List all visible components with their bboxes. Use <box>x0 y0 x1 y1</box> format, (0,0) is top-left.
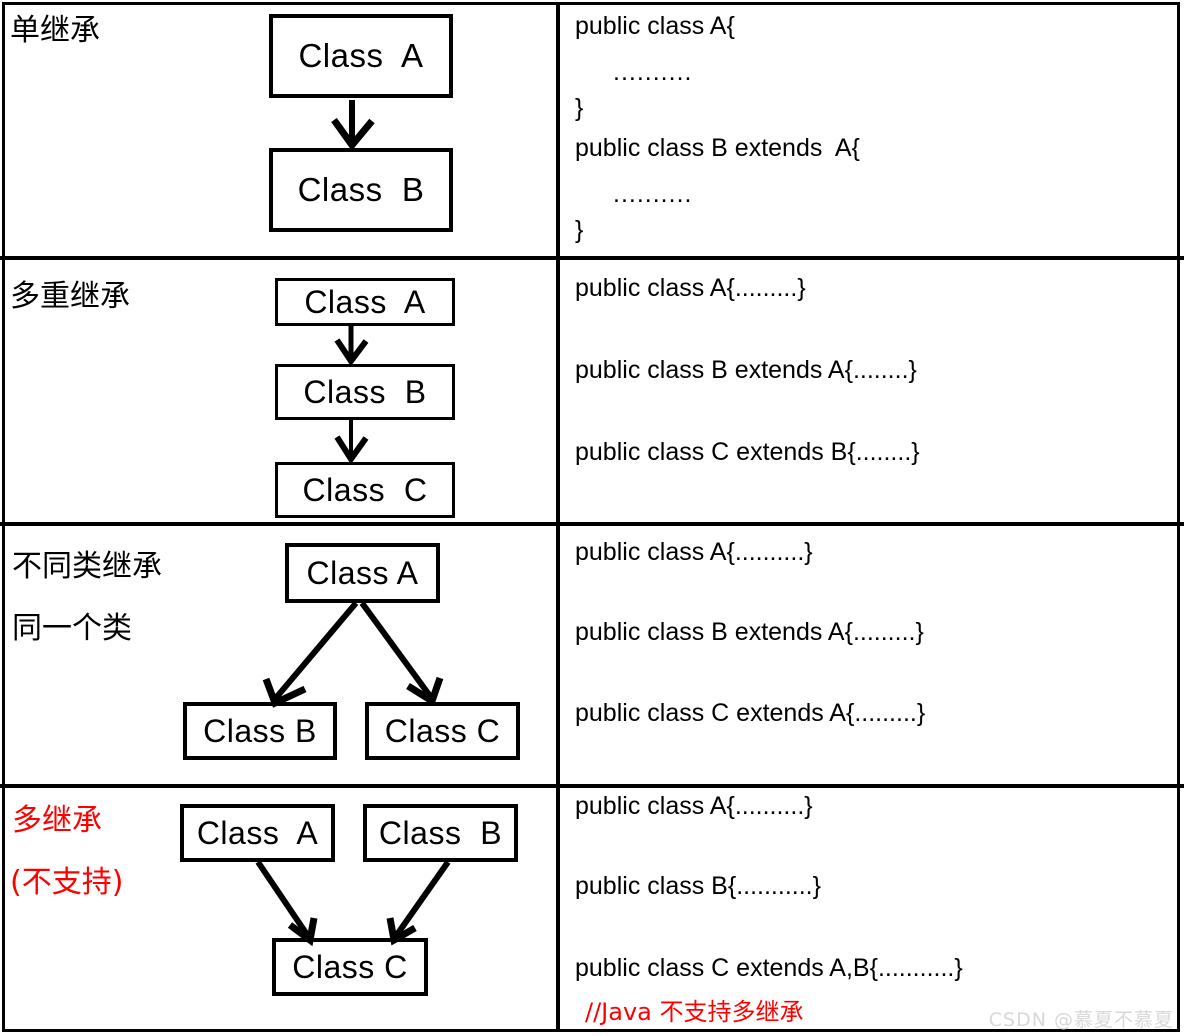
row-4-code-cell: public class A{..........} public class … <box>561 788 1184 1032</box>
row-4-code-line-1: public class A{..........} <box>575 792 813 820</box>
row-2-class-a-box: Class A <box>275 278 455 326</box>
arrow-a-to-b <box>331 100 375 151</box>
row-3-class-b-box: Class B <box>183 702 337 760</box>
row-3-label-line-1: 不同类继承 <box>12 549 162 584</box>
row-4-label-line-1: 多继承 <box>12 803 102 838</box>
arrow-a-to-b <box>262 601 359 708</box>
arrow-a-to-c <box>359 601 444 707</box>
row-hierarchical-inheritance: 不同类继承 同一个类 Class A Class B Class C publi… <box>0 526 1184 784</box>
arrow-a-to-b <box>334 326 369 367</box>
row-1-label-line-1: 单继承 <box>10 13 100 48</box>
row-2-code-line-2: public class B extends A{........} <box>575 356 917 384</box>
row-2-class-b-box: Class B <box>275 364 455 420</box>
arrow-b-to-c <box>386 860 451 946</box>
row-2-class-b-label: Class B <box>303 373 427 410</box>
row-1-code-line-1: public class A{ <box>575 12 735 40</box>
row-4-class-a-box: Class A <box>180 804 335 862</box>
row-4-class-b-box: Class B <box>363 804 518 862</box>
row-4-class-c-box: Class C <box>272 938 428 996</box>
row-4-label-line-2: (不支持) <box>10 865 124 900</box>
row-1-code-line-2: .......... <box>613 58 693 86</box>
row-multilevel-inheritance: 多重继承 Class A Class B Class C public clas… <box>0 260 1184 522</box>
row-1-class-b-box: Class B <box>269 148 453 232</box>
row-2-code-cell: public class A{.........} public class B… <box>561 260 1184 522</box>
row-3-label-line-2: 同一个类 <box>12 611 132 646</box>
row-3-class-c-label: Class C <box>384 712 501 749</box>
row-1-code-line-4: public class B extends A{ <box>575 134 860 162</box>
row-4-class-c-label: Class C <box>292 948 408 985</box>
row-3-class-b-label: Class B <box>203 712 317 749</box>
row-2-label-line-1: 多重继承 <box>10 279 130 314</box>
row-1-class-a-box: Class A <box>269 14 453 98</box>
row-2-code-line-1: public class A{.........} <box>575 274 806 302</box>
arrow-b-to-c <box>334 420 369 465</box>
row-1-code-line-3: } <box>575 94 584 122</box>
inheritance-diagram-page: 单继承 Class A Class B public class A{ ....… <box>0 0 1184 1036</box>
row-4-code-comment: //Java 不支持多继承 <box>585 998 804 1026</box>
row-multiple-inheritance: 多继承 (不支持) Class A Class B Class C public… <box>0 788 1184 1032</box>
row-4-code-line-3: public class C extends A,B{...........} <box>575 954 963 982</box>
row-4-class-b-label: Class B <box>378 814 503 851</box>
row-2-label-cell: 多重继承 Class A Class B Class C <box>0 260 557 522</box>
row-2-class-c-label: Class C <box>302 471 428 508</box>
row-3-code-cell: public class A{..........} public class … <box>561 526 1184 784</box>
row-2-class-c-box: Class C <box>275 462 455 518</box>
row-1-code-line-5: .......... <box>613 180 693 208</box>
row-4-class-a-label: Class A <box>196 814 319 851</box>
row-1-code-line-6: } <box>575 216 584 244</box>
row-4-code-line-2: public class B{...........} <box>575 872 821 900</box>
row-3-code-line-1: public class A{..........} <box>575 538 813 566</box>
row-3-code-line-3: public class C extends A{.........} <box>575 699 926 727</box>
arrow-a-to-c <box>255 860 318 947</box>
row-1-class-b-label: Class B <box>297 171 425 208</box>
row-2-code-line-3: public class C extends B{........} <box>575 438 920 466</box>
row-3-class-c-box: Class C <box>365 702 520 760</box>
row-3-class-a-label: Class A <box>306 554 419 591</box>
row-3-code-line-2: public class B extends A{.........} <box>575 618 924 646</box>
row-3-label-cell: 不同类继承 同一个类 Class A Class B Class C <box>0 526 557 784</box>
row-2-class-a-label: Class A <box>304 283 426 320</box>
row-3-class-a-box: Class A <box>285 543 440 603</box>
row-single-inheritance: 单继承 Class A Class B public class A{ ....… <box>0 2 1184 256</box>
row-4-label-cell: 多继承 (不支持) Class A Class B Class C <box>0 788 557 1032</box>
csdn-watermark: CSDN @慕夏不慕夏 <box>988 1009 1174 1031</box>
row-1-class-a-label: Class A <box>298 37 424 74</box>
row-1-label-cell: 单继承 Class A Class B <box>0 2 557 256</box>
row-1-code-cell: public class A{ .......... } public clas… <box>561 2 1184 256</box>
